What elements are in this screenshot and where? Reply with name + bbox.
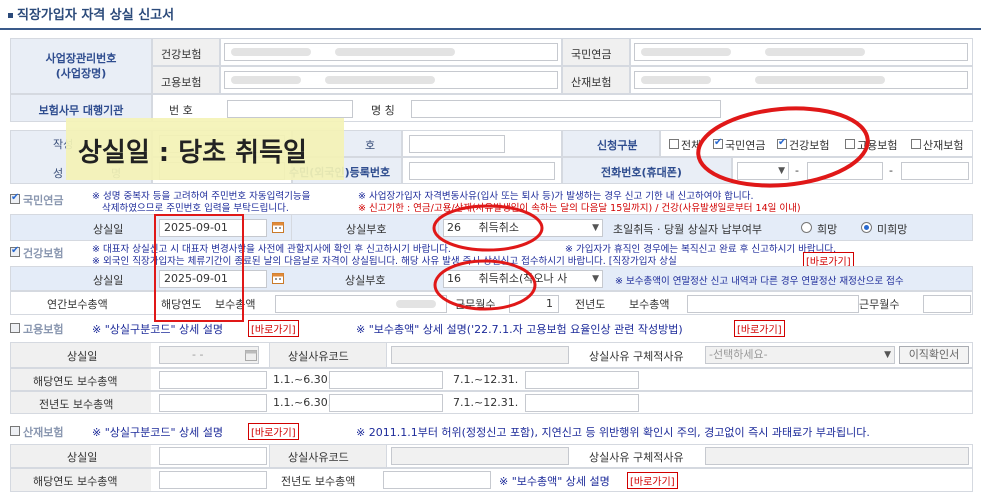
annotation-circle-apply (696, 106, 870, 188)
annotation-circle-pension-code (432, 204, 544, 252)
annotation-circle-health-code (433, 259, 537, 311)
annotation-circles (432, 106, 870, 311)
